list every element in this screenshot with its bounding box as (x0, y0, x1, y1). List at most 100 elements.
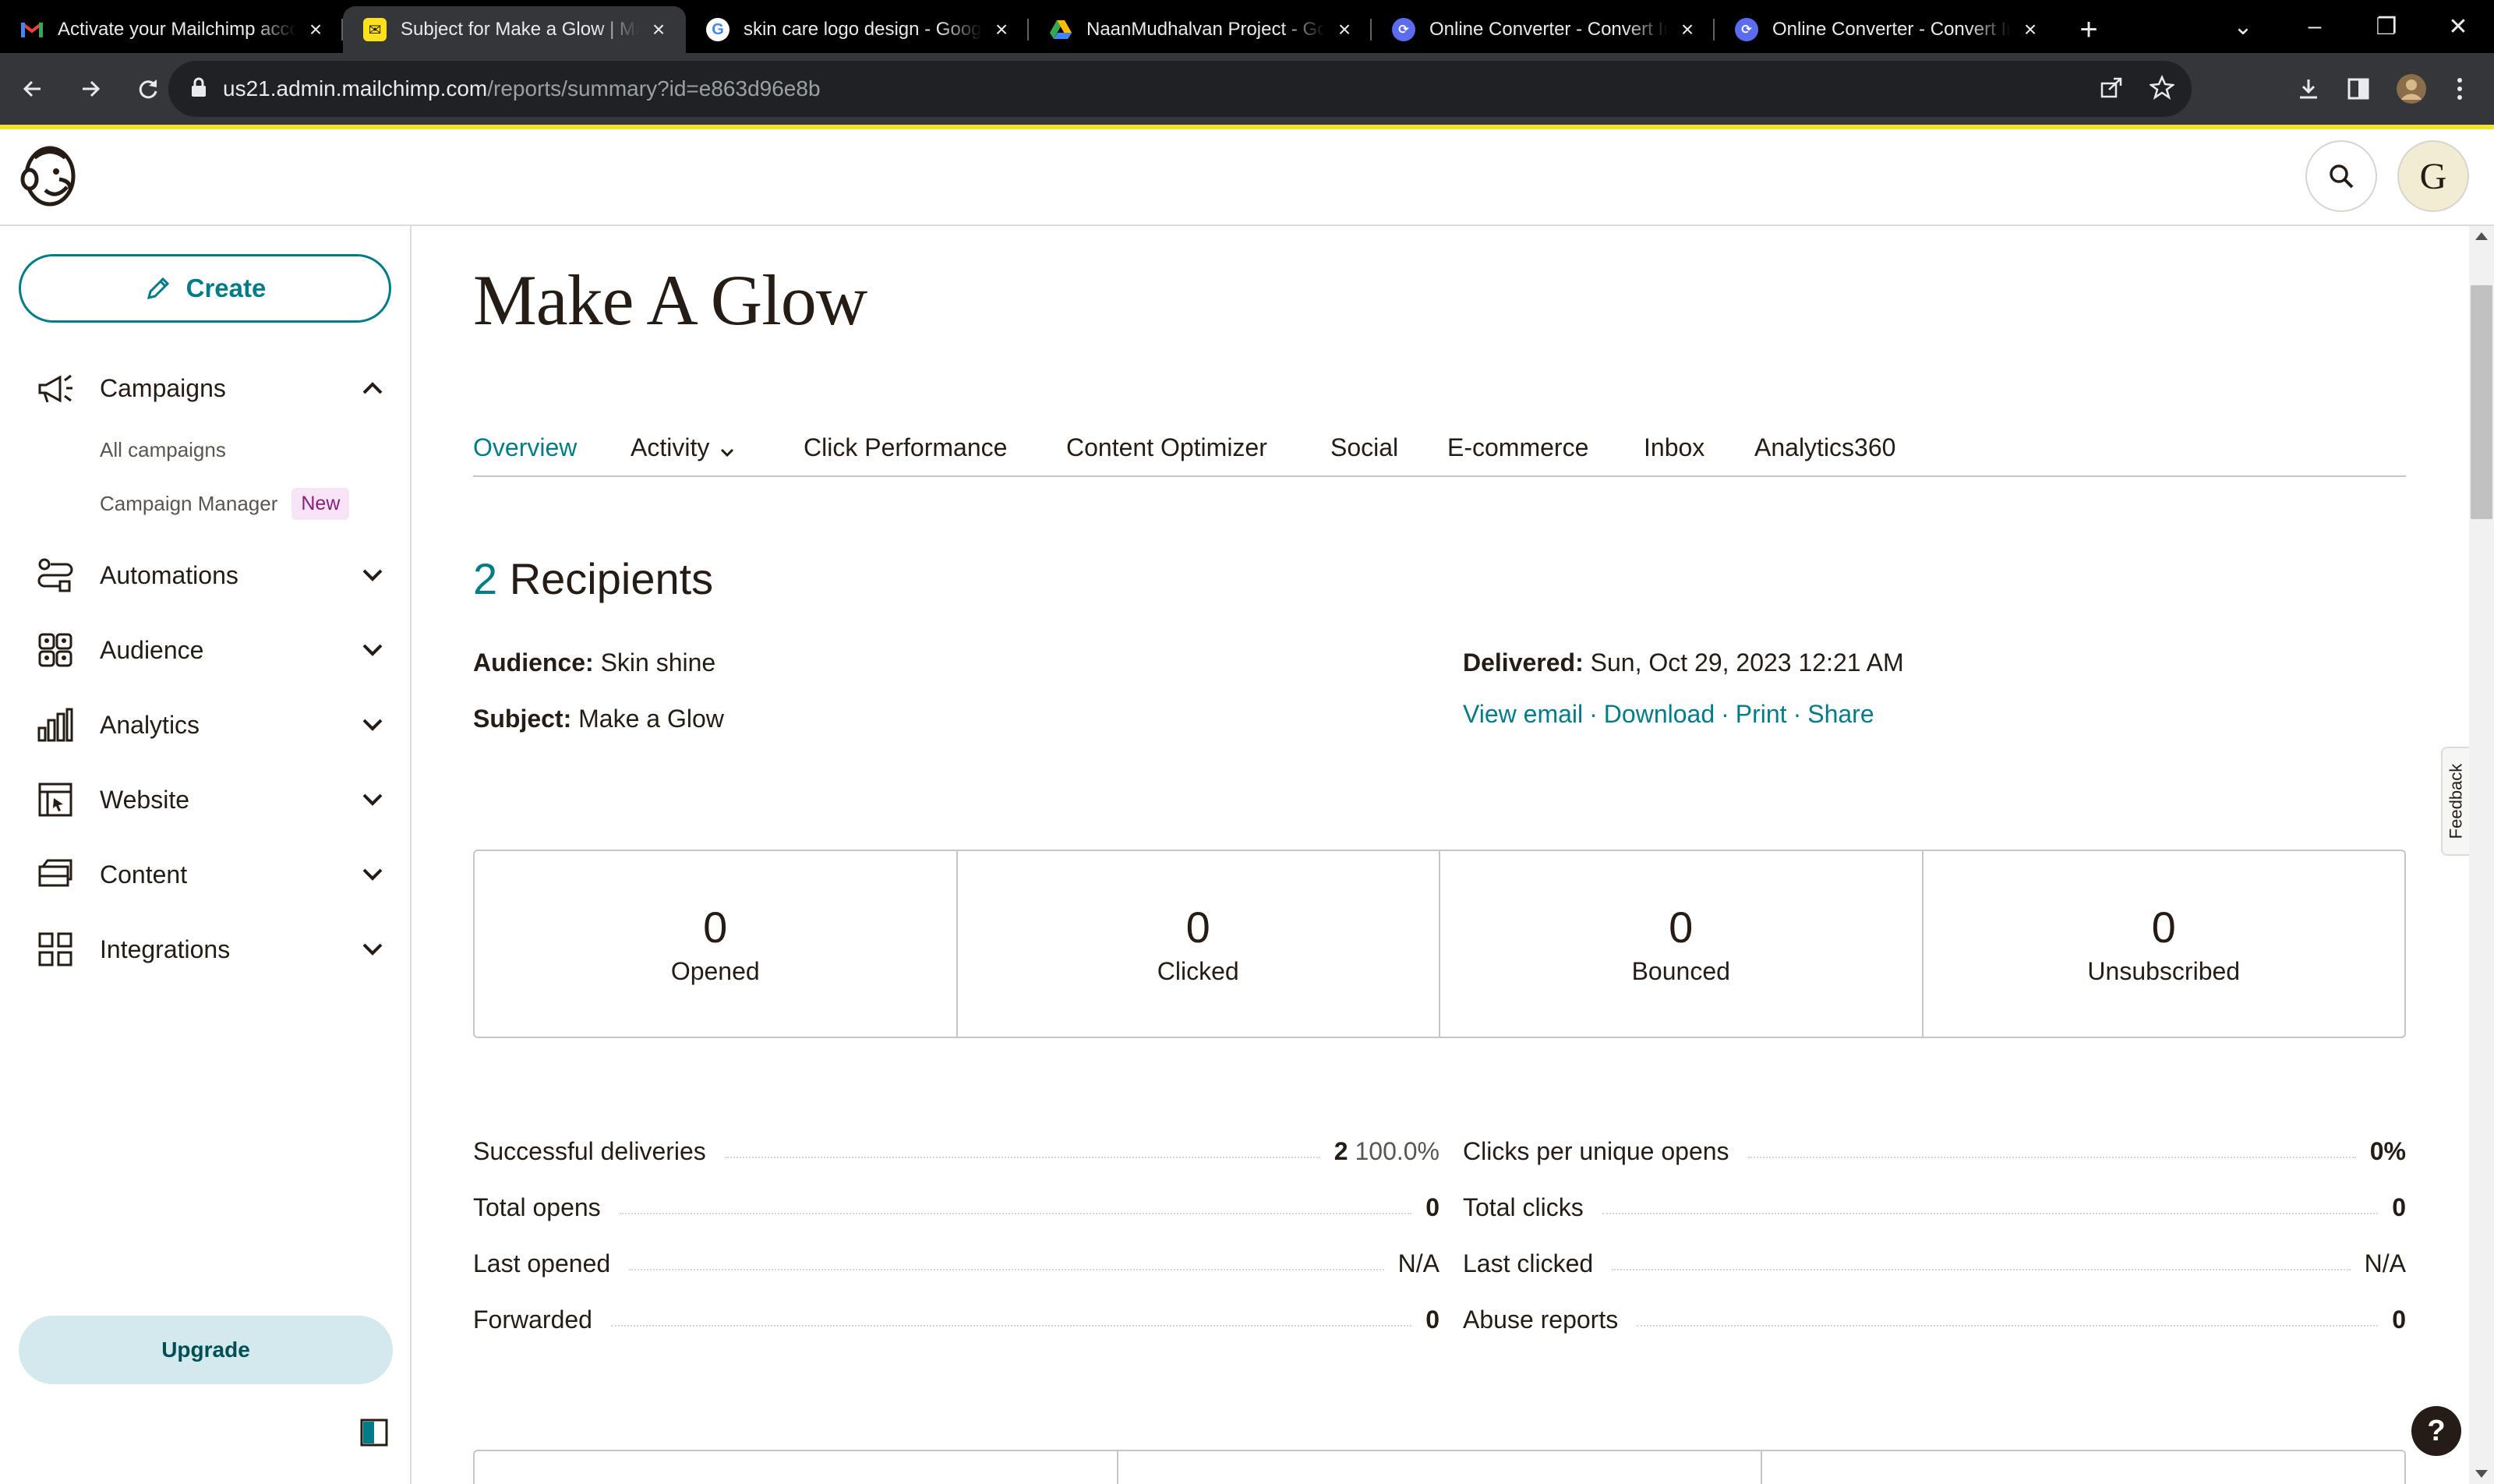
sidebar-item-integrations[interactable]: Integrations (0, 918, 412, 980)
dotted-leader (1747, 1157, 2356, 1158)
detail-label: Successful deliveries (473, 1137, 706, 1165)
new-badge: New (291, 488, 350, 520)
close-tab-icon[interactable]: × (2019, 17, 2042, 42)
chevron-up-icon[interactable] (357, 373, 388, 404)
chevron-down-icon[interactable] (357, 709, 388, 740)
tab-click-performance[interactable]: Click Performance (804, 433, 1007, 462)
tab-analytics360[interactable]: Analytics360 (1754, 433, 1895, 462)
chevron-down-icon[interactable] (357, 934, 388, 965)
delivered-value: Sun, Oct 29, 2023 12:21 AM (1590, 648, 1904, 677)
dotted-leader (724, 1157, 1320, 1158)
detail-label: Last clicked (1463, 1249, 1594, 1277)
automation-icon (36, 556, 75, 595)
browser-tab[interactable]: G skin care logo design - Google Search … (686, 6, 1029, 53)
stats-summary: 0 Opened 0 Clicked 0 Bounced 0 Unsubscri… (473, 850, 2406, 1038)
converter-icon: ⟳ (1735, 18, 1758, 41)
sidebar-item-campaigns[interactable]: Campaigns (0, 357, 412, 419)
feedback-tab[interactable]: Feedback (2441, 747, 2469, 856)
chevron-down-icon[interactable] (357, 634, 388, 666)
detail-value-number: 0 (2392, 1306, 2406, 1334)
create-button[interactable]: Create (19, 254, 391, 323)
dotted-leader (1637, 1325, 2379, 1327)
scrollbar-thumb[interactable] (2471, 285, 2492, 519)
collapse-sidebar-icon[interactable] (360, 1419, 388, 1447)
reload-icon[interactable] (123, 64, 173, 114)
forward-icon[interactable] (65, 64, 115, 114)
close-tab-icon[interactable]: × (1676, 17, 1699, 42)
profile-avatar-icon[interactable] (2388, 53, 2435, 125)
chevron-down-icon[interactable] (357, 560, 388, 591)
create-label: Create (185, 274, 267, 302)
sidebar-item-automations[interactable]: Automations (0, 544, 412, 606)
detail-value: N/A (1397, 1249, 1440, 1277)
sidebar-item-audience[interactable]: Audience (0, 619, 412, 681)
detail-row-last-clicked: Last clicked N/A (1463, 1244, 2406, 1278)
minimize-icon[interactable]: – (2279, 13, 2351, 40)
chevron-down-icon[interactable] (357, 784, 388, 815)
sidebar-item-label: Content (100, 860, 188, 889)
stat-clicked: 0 Clicked (958, 851, 1440, 1037)
sidebar-item-website[interactable]: Website (0, 768, 412, 831)
bookmark-star-icon[interactable] (2148, 74, 2176, 104)
stat-label: Opened (670, 956, 760, 985)
sidebar-item-content[interactable]: Content (0, 843, 412, 906)
detail-value: 0 (2392, 1193, 2406, 1222)
header-search-button[interactable] (2305, 140, 2377, 212)
help-button[interactable]: ? (2411, 1406, 2461, 1456)
tab-social[interactable]: Social (1330, 433, 1398, 462)
scroll-down-icon[interactable] (2469, 1465, 2494, 1481)
download-link[interactable]: Download (1604, 700, 1715, 728)
scroll-up-icon[interactable] (2469, 229, 2494, 245)
sidebar-subitem-campaign-manager[interactable]: Campaign Manager New (100, 488, 350, 520)
tab-inbox[interactable]: Inbox (1644, 433, 1704, 462)
print-link[interactable]: Print (1736, 700, 1787, 728)
close-tab-icon[interactable]: × (304, 17, 327, 42)
browser-tab[interactable]: ⟳ Online Converter - Convert Image × (1715, 6, 2058, 53)
tab-ecommerce[interactable]: E-commerce (1447, 433, 1588, 462)
mailchimp-icon: ✉ (363, 18, 387, 41)
side-panel-icon[interactable] (2335, 53, 2382, 125)
close-tab-icon[interactable]: × (1333, 17, 1356, 42)
sidebar-subitem-all-campaigns[interactable]: All campaigns (100, 438, 226, 462)
browser-menu-icon[interactable] (2436, 53, 2483, 125)
tab-activity-label: Activity (631, 433, 710, 461)
share-icon[interactable] (2100, 76, 2123, 103)
share-link[interactable]: Share (1807, 700, 1874, 728)
lock-icon[interactable] (190, 77, 207, 101)
detail-label: Total opens (473, 1193, 601, 1221)
audience-info: Audience: Skin shine (473, 648, 715, 677)
detail-value: 0 (1425, 1306, 1440, 1334)
browser-tab[interactable]: ⟳ Online Converter - Convert Image × (1372, 6, 1715, 53)
upgrade-button[interactable]: Upgrade (19, 1316, 393, 1384)
address-bar[interactable]: us21.admin.mailchimp.com/reports/summary… (168, 61, 2192, 117)
view-email-link[interactable]: View email (1463, 700, 1583, 728)
detail-label: Last opened (473, 1249, 611, 1277)
tab-title: Online Converter - Convert Image (1429, 19, 1668, 40)
close-window-icon[interactable]: ✕ (2422, 13, 2494, 41)
restore-icon[interactable]: ❐ (2351, 13, 2422, 41)
sidebar-item-analytics[interactable]: Analytics (0, 694, 412, 756)
recipients-count: 2 (473, 554, 498, 603)
stat-label: Unsubscribed (2087, 956, 2241, 985)
tab-content-optimizer[interactable]: Content Optimizer (1066, 433, 1267, 462)
chevron-down-icon[interactable] (357, 859, 388, 890)
tab-search-icon[interactable]: ⌄ (2207, 13, 2279, 41)
back-icon[interactable] (8, 64, 58, 114)
mailchimp-logo-icon[interactable] (19, 140, 81, 210)
close-tab-icon[interactable]: × (990, 17, 1013, 42)
pencil-icon (147, 277, 169, 300)
new-tab-button[interactable]: + (2065, 6, 2112, 53)
close-tab-icon[interactable]: × (647, 17, 670, 42)
browser-tab-active[interactable]: ✉ Subject for Make a Glow | Mailchimp × (343, 6, 686, 53)
tab-activity[interactable]: Activity (631, 433, 734, 464)
user-avatar[interactable]: G (2397, 140, 2469, 212)
download-icon[interactable] (2285, 53, 2332, 125)
detail-value-percent: 100.0% (1355, 1137, 1440, 1165)
dotted-leader (619, 1213, 1412, 1214)
browser-tab[interactable]: Activate your Mailchimp account × (0, 6, 343, 53)
detail-row-last-opened: Last opened N/A (473, 1244, 1440, 1278)
tab-overview[interactable]: Overview (473, 433, 577, 462)
browser-tab[interactable]: NaanMudhalvan Project - Google Drive × (1029, 6, 1372, 53)
panel (475, 1451, 1118, 1484)
detail-value: 0% (2370, 1137, 2406, 1166)
